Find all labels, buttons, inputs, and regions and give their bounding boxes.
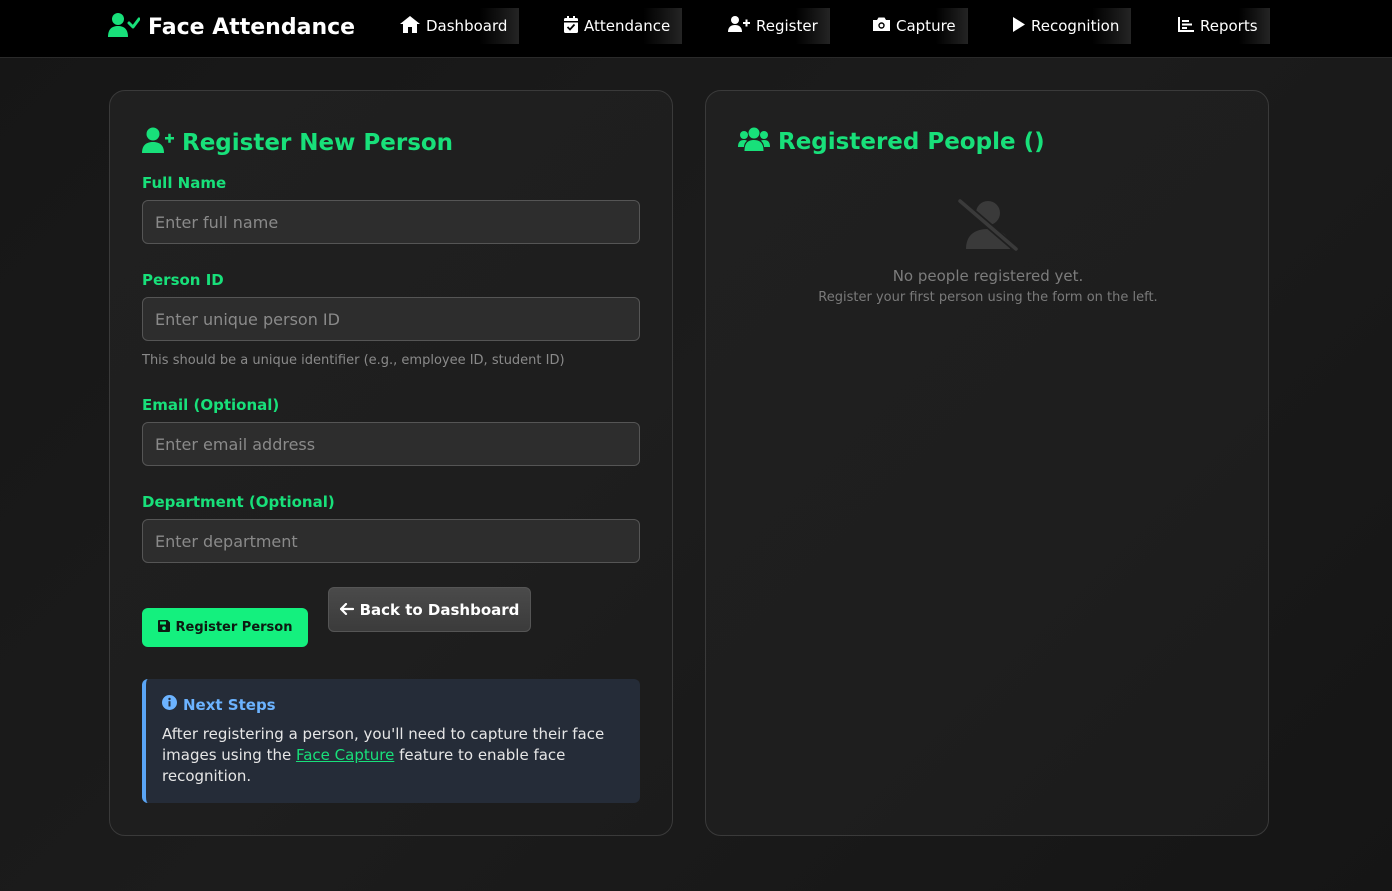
register-title: Register New Person [142,127,453,159]
calendar-check-icon [564,15,578,37]
navbar: Face Attendance Dashboard Attendance Reg… [0,0,1392,58]
user-plus-icon [142,127,174,159]
nav-register-label: Register [756,17,818,35]
next-steps-alert: Next Steps After registering a person, y… [142,679,640,803]
nav-recognition[interactable]: Recognition [1001,8,1132,44]
arrow-left-icon [339,601,354,619]
person-id-help: This should be a unique identifier (e.g.… [142,353,565,368]
camera-icon [873,17,890,35]
registered-people-title-text: Registered People () [778,129,1045,155]
department-label: Department (Optional) [142,493,335,511]
next-steps-title: Next Steps [162,695,624,714]
full-name-label: Full Name [142,174,227,192]
play-icon [1013,16,1025,36]
nav-dashboard[interactable]: Dashboard [388,8,520,44]
registered-people-card: Registered People () No people registere… [705,90,1269,836]
user-slash-icon [956,197,1020,255]
nav-dashboard-label: Dashboard [426,17,508,35]
nav-attendance-label: Attendance [584,17,671,35]
register-person-label: Register Person [175,620,293,635]
back-to-dashboard-label: Back to Dashboard [359,600,520,619]
registered-people-title: Registered People () [738,127,1045,157]
person-id-input[interactable] [142,297,640,341]
next-steps-text: After registering a person, you'll need … [162,724,624,787]
email-label: Email (Optional) [142,396,280,414]
brand-title: Face Attendance [148,14,356,40]
save-icon [157,619,170,636]
nav-capture-label: Capture [896,17,956,35]
register-title-text: Register New Person [182,130,454,156]
back-to-dashboard-button[interactable]: Back to Dashboard [328,587,531,632]
register-card: Register New Person Full Name Person ID … [109,90,673,836]
nav-register[interactable]: Register [716,8,830,44]
nav-reports[interactable]: Reports [1166,8,1270,44]
nav-reports-label: Reports [1200,17,1258,35]
home-icon [400,15,420,37]
users-icon [738,127,770,157]
user-check-icon [108,12,141,42]
nav-recognition-label: Recognition [1031,17,1120,35]
info-circle-icon [162,695,177,714]
department-input[interactable] [142,519,640,563]
nav-capture[interactable]: Capture [861,8,968,44]
nav-attendance[interactable]: Attendance [552,8,683,44]
person-id-label: Person ID [142,271,224,289]
empty-state-subtitle: Register your first person using the for… [818,290,1158,305]
email-input[interactable] [142,422,640,466]
full-name-input[interactable] [142,200,640,244]
register-person-button[interactable]: Register Person [142,608,308,647]
empty-state-title: No people registered yet. [892,267,1084,285]
next-steps-title-text: Next Steps [183,695,276,714]
brand[interactable]: Face Attendance [108,10,355,44]
empty-state: No people registered yet. Register your … [706,197,1270,305]
face-capture-link[interactable]: Face Capture [296,746,394,764]
user-plus-icon [728,16,750,36]
chart-icon [1178,16,1194,36]
